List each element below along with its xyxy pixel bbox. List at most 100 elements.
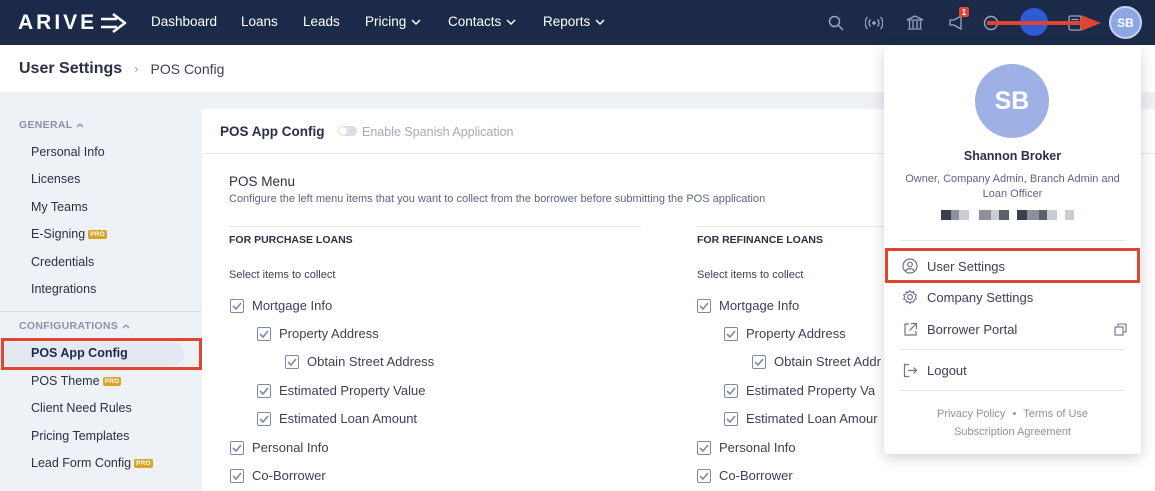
- sidebar-item-personal-info[interactable]: Personal Info: [31, 145, 105, 159]
- checkbox-label: Obtain Street Addr: [774, 354, 881, 369]
- checkbox-label: Property Address: [279, 326, 379, 341]
- checkbox-label: Estimated Property Va: [746, 383, 876, 398]
- nav-loans[interactable]: Loans: [241, 14, 278, 29]
- bank-icon[interactable]: [902, 10, 928, 36]
- refinance-check-personal-info[interactable]: Personal Info: [697, 440, 796, 455]
- checkbox-checked-icon[interactable]: [697, 440, 711, 455]
- pro-badge: PRO: [134, 458, 153, 468]
- sidebar-heading-configurations[interactable]: CONFIGURATIONS: [19, 320, 130, 332]
- checkbox-label: Mortgage Info: [719, 298, 800, 313]
- footer-links: Privacy Policy • Terms of Use: [884, 408, 1141, 420]
- sidebar-item-label: Pricing Templates: [31, 429, 130, 443]
- refinance-loans-heading: FOR REFINANCE LOANS: [697, 234, 823, 246]
- chevron-up-icon: [76, 122, 84, 127]
- checkbox-checked-icon[interactable]: [230, 440, 244, 455]
- checkbox-checked-icon[interactable]: [697, 298, 711, 313]
- menu-borrower-portal[interactable]: Borrower Portal: [902, 321, 1017, 337]
- pos-menu-title: POS Menu: [229, 174, 296, 189]
- sidebar-item-pos-theme[interactable]: POS Theme PRO: [31, 374, 122, 388]
- announcement-icon[interactable]: 1: [943, 7, 969, 36]
- breadcrumb-user-settings[interactable]: User Settings: [19, 60, 122, 78]
- checkbox-label: Property Address: [746, 326, 846, 341]
- sidebar-item-label: E-Signing: [31, 227, 86, 241]
- chevron-up-icon: [122, 323, 130, 328]
- copy-icon[interactable]: [1114, 323, 1127, 336]
- checkbox-checked-icon[interactable]: [724, 326, 738, 341]
- nav-loans-label: Loans: [241, 14, 278, 29]
- nav-reports[interactable]: Reports: [543, 14, 605, 29]
- menu-item-label: Logout: [927, 362, 967, 378]
- sidebar-item-pricing-templates[interactable]: Pricing Templates: [31, 429, 129, 443]
- sidebar-item-my-teams[interactable]: My Teams: [31, 200, 88, 214]
- checkbox-label: Estimated Property Value: [279, 383, 426, 398]
- checkbox-checked-icon[interactable]: [257, 326, 271, 341]
- purchase-check-estimated-property-value[interactable]: Estimated Property Value: [257, 383, 425, 398]
- broadcast-icon[interactable]: [861, 10, 887, 36]
- purchase-select-label: Select items to collect: [229, 269, 336, 281]
- refinance-check-obtain-street-address[interactable]: Obtain Street Addr: [752, 354, 881, 369]
- settings-sidebar: GENERAL Personal Info Licenses My Teams …: [0, 109, 202, 491]
- checkbox-checked-icon[interactable]: [724, 411, 738, 426]
- sidebar-item-licenses[interactable]: Licenses: [31, 172, 80, 186]
- user-roles: Owner, Company Admin, Branch Admin and L…: [905, 173, 1120, 200]
- arive-logo[interactable]: ARIVE: [18, 10, 129, 36]
- menu-company-settings[interactable]: Company Settings: [902, 289, 1033, 305]
- purchase-check-mortgage-info[interactable]: Mortgage Info: [230, 298, 332, 313]
- privacy-policy-link[interactable]: Privacy Policy: [937, 408, 1005, 420]
- pro-badge: PRO: [102, 376, 122, 386]
- checkbox-label: Personal Info: [252, 440, 329, 455]
- checkbox-checked-icon[interactable]: [257, 411, 271, 426]
- refinance-check-mortgage-info[interactable]: Mortgage Info: [697, 298, 799, 313]
- purchase-check-property-address[interactable]: Property Address: [257, 326, 379, 341]
- search-icon[interactable]: [823, 10, 849, 36]
- column-divider: [697, 226, 907, 227]
- checkbox-checked-icon[interactable]: [724, 383, 738, 398]
- subscription-agreement-link[interactable]: Subscription Agreement: [884, 426, 1141, 438]
- profile-avatar: SB: [975, 64, 1049, 138]
- user-avatar-button[interactable]: SB: [1109, 6, 1142, 39]
- terms-of-use-link[interactable]: Terms of Use: [1023, 408, 1088, 420]
- nav-contacts[interactable]: Contacts: [448, 14, 516, 29]
- nav-dashboard-label: Dashboard: [151, 14, 218, 29]
- chevron-down-icon: [506, 18, 516, 25]
- nav-pricing[interactable]: Pricing: [365, 14, 421, 29]
- checkbox-label: Estimated Loan Amount: [279, 411, 418, 426]
- menu-logout[interactable]: Logout: [902, 362, 967, 378]
- sidebar-item-e-signing[interactable]: E-Signing PRO: [31, 227, 107, 241]
- checkbox-checked-icon[interactable]: [230, 298, 244, 313]
- user-menu-dropdown: SB Shannon Broker Owner, Company Admin, …: [884, 46, 1141, 454]
- logo-arrow-icon: [101, 12, 127, 34]
- purchase-check-obtain-street-address[interactable]: Obtain Street Address: [285, 354, 434, 369]
- refinance-check-estimated-property-value[interactable]: Estimated Property Va: [724, 383, 875, 398]
- purchase-check-estimated-loan-amount[interactable]: Estimated Loan Amount: [257, 411, 417, 426]
- sidebar-item-client-need-rules[interactable]: Client Need Rules: [31, 401, 132, 415]
- checkbox-checked-icon[interactable]: [257, 383, 271, 398]
- sidebar-heading-general[interactable]: GENERAL: [19, 119, 84, 131]
- red-highlight-box: [1, 338, 202, 370]
- sidebar-item-label: My Teams: [31, 200, 88, 214]
- nav-leads[interactable]: Leads: [303, 14, 340, 29]
- nav-dashboard[interactable]: Dashboard: [151, 14, 217, 29]
- checkbox-checked-icon[interactable]: [230, 468, 244, 483]
- refinance-check-property-address[interactable]: Property Address: [724, 326, 846, 341]
- checkbox-checked-icon[interactable]: [285, 354, 299, 369]
- spanish-application-toggle[interactable]: [338, 126, 357, 136]
- top-nav: ARIVE Dashboard Loans Leads Pricing Cont…: [0, 0, 1155, 45]
- logout-icon: [902, 362, 918, 378]
- red-highlight-box: [885, 248, 1140, 283]
- purchase-check-co-borrower[interactable]: Co-Borrower: [230, 468, 326, 483]
- sidebar-item-integrations[interactable]: Integrations: [31, 282, 96, 296]
- sidebar-item-label: Credentials: [31, 255, 95, 269]
- refinance-check-estimated-loan-amount[interactable]: Estimated Loan Amour: [724, 411, 878, 426]
- sidebar-item-credentials[interactable]: Credentials: [31, 255, 94, 269]
- chevron-right-icon: ›: [134, 61, 139, 76]
- sidebar-item-lead-form-config[interactable]: Lead Form Config PRO: [31, 456, 153, 470]
- column-divider: [229, 226, 641, 227]
- sidebar-divider: [0, 311, 201, 312]
- checkbox-checked-icon[interactable]: [697, 468, 711, 483]
- checkbox-checked-icon[interactable]: [752, 354, 766, 369]
- purchase-loans-heading: FOR PURCHASE LOANS: [229, 234, 353, 246]
- refinance-check-co-borrower[interactable]: Co-Borrower: [697, 468, 793, 483]
- menu-item-label: Borrower Portal: [927, 321, 1018, 337]
- purchase-check-personal-info[interactable]: Personal Info: [230, 440, 329, 455]
